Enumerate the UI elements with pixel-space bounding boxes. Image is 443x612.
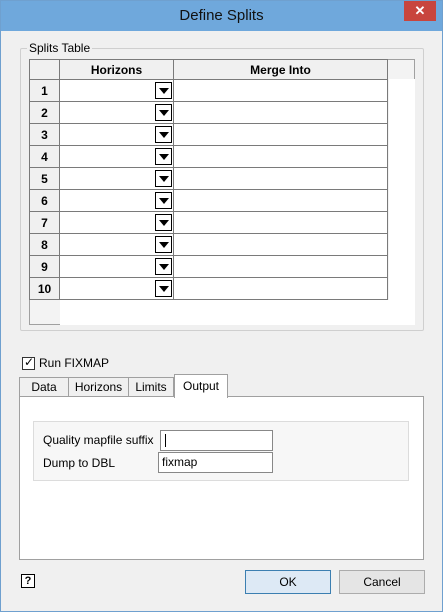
row-number[interactable]: 2 — [29, 101, 60, 124]
merge-into-cell[interactable] — [173, 145, 388, 168]
tab-output[interactable]: Output — [174, 374, 228, 398]
row-number[interactable]: 8 — [29, 233, 60, 256]
dropdown-arrow-icon[interactable] — [155, 104, 172, 121]
horizons-cell[interactable] — [59, 233, 174, 256]
horizons-cell[interactable] — [59, 145, 174, 168]
ok-button[interactable]: OK — [245, 570, 331, 594]
column-header-merge-into[interactable]: Merge Into — [173, 59, 388, 80]
window-title: Define Splits — [179, 7, 264, 24]
tab-data[interactable]: Data — [19, 377, 69, 397]
tab-horizons[interactable]: Horizons — [68, 377, 129, 397]
horizons-cell[interactable] — [59, 167, 174, 190]
column-header-horizons[interactable]: Horizons — [59, 59, 174, 80]
row-number[interactable]: 6 — [29, 189, 60, 212]
dropdown-arrow-icon[interactable] — [155, 126, 172, 143]
dropdown-arrow-icon[interactable] — [155, 236, 172, 253]
merge-into-cell[interactable] — [173, 233, 388, 256]
table-row: 3 — [29, 123, 388, 146]
dropdown-arrow-icon[interactable] — [155, 82, 172, 99]
quality-suffix-label: Quality mapfile suffix — [43, 433, 154, 447]
dropdown-arrow-icon[interactable] — [155, 148, 172, 165]
table-row: 1 — [29, 79, 388, 102]
table-row: 4 — [29, 145, 388, 168]
table-row: 7 — [29, 211, 388, 234]
table-row: 10 — [29, 277, 388, 300]
quality-suffix-input[interactable] — [160, 430, 273, 451]
dropdown-arrow-icon[interactable] — [155, 170, 172, 187]
merge-into-cell[interactable] — [173, 255, 388, 278]
horizons-cell[interactable] — [59, 189, 174, 212]
merge-into-cell[interactable] — [173, 277, 388, 300]
table-row: 9 — [29, 255, 388, 278]
horizons-cell[interactable] — [59, 211, 174, 234]
dump-dbl-label: Dump to DBL — [43, 456, 116, 470]
table-row: 2 — [29, 101, 388, 124]
tab-limits[interactable]: Limits — [128, 377, 174, 397]
dialog-window: Define Splits ✕ Splits Table Horizons Me… — [0, 0, 443, 612]
merge-into-cell[interactable] — [173, 79, 388, 102]
horizons-cell[interactable] — [59, 79, 174, 102]
table-row: 8 — [29, 233, 388, 256]
table-row: 5 — [29, 167, 388, 190]
dump-dbl-input[interactable]: fixmap — [158, 452, 273, 473]
row-number[interactable]: 4 — [29, 145, 60, 168]
splits-table-legend: Splits Table — [27, 41, 93, 55]
horizons-cell[interactable] — [59, 277, 174, 300]
run-fixmap-label[interactable]: Run FIXMAP — [39, 356, 109, 370]
row-number[interactable]: 10 — [29, 277, 60, 300]
close-button[interactable]: ✕ — [404, 1, 436, 21]
merge-into-cell[interactable] — [173, 211, 388, 234]
dropdown-arrow-icon[interactable] — [155, 280, 172, 297]
dropdown-arrow-icon[interactable] — [155, 214, 172, 231]
run-fixmap-checkbox[interactable] — [22, 355, 35, 370]
horizons-cell[interactable] — [59, 101, 174, 124]
text-cursor — [165, 434, 166, 447]
dropdown-arrow-icon[interactable] — [155, 258, 172, 275]
horizons-cell[interactable] — [59, 255, 174, 278]
help-icon[interactable]: ? — [21, 574, 35, 588]
splits-table: Horizons Merge Into 1 2 3 4 5 6 7 8 9 10 — [29, 59, 388, 300]
row-number[interactable]: 5 — [29, 167, 60, 190]
merge-into-cell[interactable] — [173, 167, 388, 190]
grid-empty-right — [389, 79, 415, 325]
merge-into-cell[interactable] — [173, 101, 388, 124]
grid-empty-area — [60, 300, 415, 325]
row-number[interactable]: 3 — [29, 123, 60, 146]
title-bar: Define Splits ✕ — [1, 1, 442, 31]
merge-into-cell[interactable] — [173, 123, 388, 146]
row-number[interactable]: 7 — [29, 211, 60, 234]
merge-into-cell[interactable] — [173, 189, 388, 212]
dropdown-arrow-icon[interactable] — [155, 192, 172, 209]
grid-corner-cell — [29, 59, 60, 80]
row-number[interactable]: 1 — [29, 79, 60, 102]
table-row: 6 — [29, 189, 388, 212]
horizons-cell[interactable] — [59, 123, 174, 146]
row-number[interactable]: 9 — [29, 255, 60, 278]
cancel-button[interactable]: Cancel — [339, 570, 425, 594]
